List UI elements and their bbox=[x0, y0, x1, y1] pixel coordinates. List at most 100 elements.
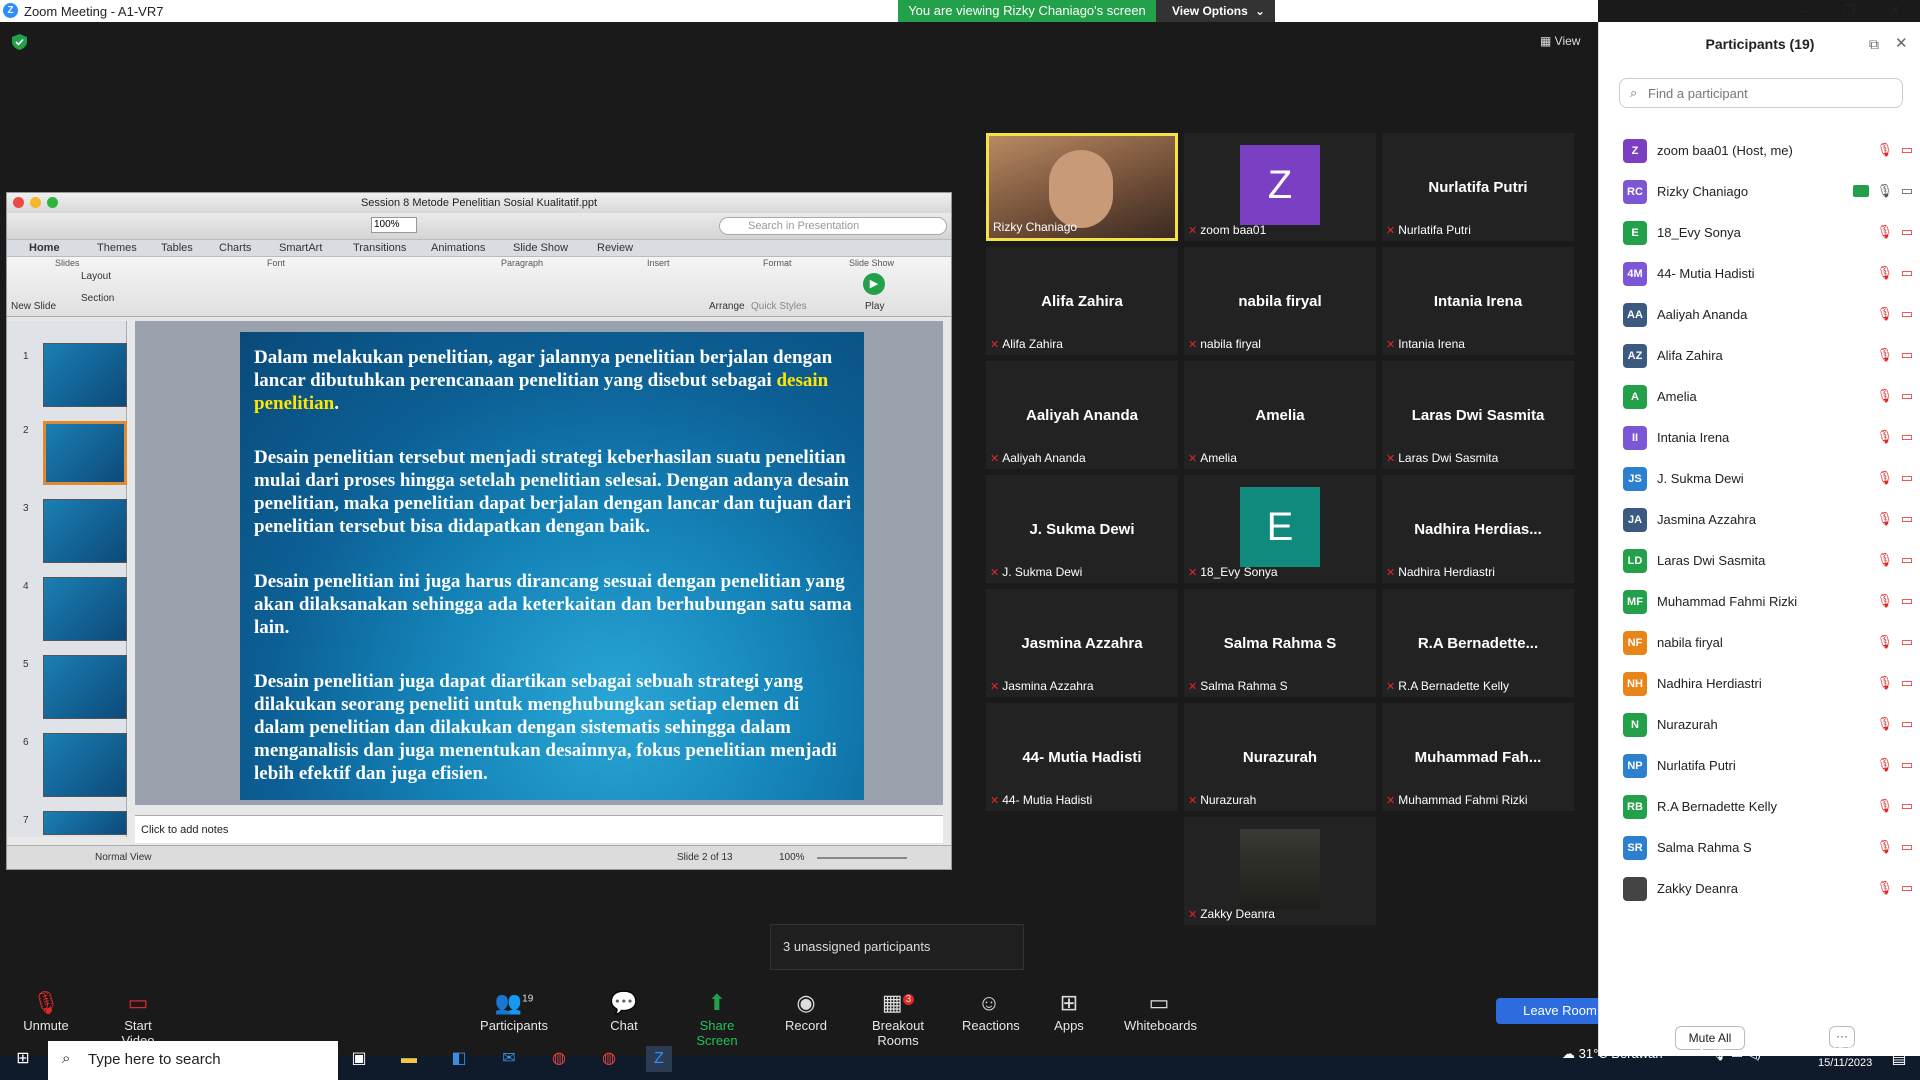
video-tile[interactable]: Nurazurah ✕ Nurazurah bbox=[1184, 703, 1376, 811]
participant-row[interactable]: Zakky Deanra 🎙 ▭ bbox=[1623, 874, 1913, 904]
mic-status-icon[interactable]: 🎙 bbox=[1876, 634, 1893, 650]
mic-status-icon[interactable]: 🎙 bbox=[1876, 798, 1893, 814]
video-tile[interactable]: Jasmina Azzahra ✕ Jasmina Azzahra bbox=[986, 589, 1178, 697]
participant-row[interactable]: A Amelia 🎙 ▭ bbox=[1623, 382, 1913, 412]
tab-home[interactable]: Home bbox=[29, 242, 60, 254]
mic-status-icon[interactable]: 🎙 bbox=[1876, 142, 1893, 158]
video-tile[interactable]: E ✕ 18_Evy Sonya bbox=[1184, 475, 1376, 583]
zoom-taskbar-icon[interactable]: Z bbox=[646, 1046, 672, 1072]
mic-status-icon[interactable]: 🎙 bbox=[1876, 839, 1893, 855]
participant-row[interactable]: 4M 44- Mutia Hadisti 🎙 ▭ bbox=[1623, 259, 1913, 289]
tab-review[interactable]: Review bbox=[597, 242, 633, 254]
view-options-button[interactable]: View Options ⌄ bbox=[1156, 0, 1275, 22]
mic-status-icon[interactable]: 🎙 bbox=[1876, 470, 1893, 486]
participant-row[interactable]: E 18_Evy Sonya 🎙 ▭ bbox=[1623, 218, 1913, 248]
tab-transitions[interactable]: Transitions bbox=[353, 242, 406, 254]
participant-row[interactable]: AZ Alifa Zahira 🎙 ▭ bbox=[1623, 341, 1913, 371]
video-tile[interactable]: ✕ Zakky Deanra bbox=[1184, 817, 1376, 925]
notifications-icon[interactable]: ▤ bbox=[1886, 1046, 1912, 1072]
video-status-icon[interactable]: ▭ bbox=[1901, 511, 1913, 527]
participant-row[interactable]: SR Salma Rahma S 🎙 ▭ bbox=[1623, 833, 1913, 863]
video-status-icon[interactable]: ▭ bbox=[1901, 265, 1913, 281]
video-tile[interactable]: nabila firyal ✕ nabila firyal bbox=[1184, 247, 1376, 355]
record-button[interactable]: ◉ Record bbox=[784, 990, 828, 1033]
mic-status-icon[interactable]: 🎙 bbox=[1876, 183, 1893, 199]
video-status-icon[interactable]: ▭ bbox=[1901, 388, 1913, 404]
minimize-dot-icon[interactable] bbox=[30, 197, 41, 208]
mic-status-icon[interactable]: 🎙 bbox=[1876, 511, 1893, 527]
slide-thumbnail-selected[interactable] bbox=[43, 421, 127, 485]
taskbar-clock[interactable]: 18:48 15/11/2023 bbox=[1818, 1042, 1872, 1070]
video-tile[interactable]: Laras Dwi Sasmita ✕ Laras Dwi Sasmita bbox=[1382, 361, 1574, 469]
ppt-search-input[interactable]: Search in Presentation bbox=[719, 217, 947, 235]
chrome-profile-icon[interactable]: ◍ bbox=[596, 1046, 622, 1072]
mic-status-icon[interactable]: 🎙 bbox=[1876, 429, 1893, 445]
slide-thumbnail[interactable] bbox=[43, 733, 127, 797]
participant-row[interactable]: RC Rizky Chaniago 🎙 ▭ bbox=[1623, 177, 1913, 207]
mic-status-icon[interactable]: 🎙 bbox=[1876, 224, 1893, 240]
video-status-icon[interactable]: ▭ bbox=[1901, 839, 1913, 855]
tray-icons[interactable]: ⌃ 🎙 ▭ ◁) bbox=[1696, 1046, 1761, 1061]
notes-pane[interactable]: Click to add notes bbox=[135, 815, 943, 843]
reactions-button[interactable]: ☺ Reactions bbox=[962, 990, 1020, 1033]
video-status-icon[interactable]: ▭ bbox=[1901, 552, 1913, 568]
play-icon[interactable]: ▶ bbox=[863, 273, 885, 295]
breakout-rooms-button[interactable]: ▦ 3 Breakout Rooms bbox=[852, 990, 944, 1048]
task-view-icon[interactable]: ▣ bbox=[346, 1046, 372, 1072]
slide-thumbnail[interactable] bbox=[43, 655, 127, 719]
participant-row[interactable]: JS J. Sukma Dewi 🎙 ▭ bbox=[1623, 464, 1913, 494]
mic-status-icon[interactable]: 🎙 bbox=[1876, 306, 1893, 322]
maximize-button[interactable]: ❐ bbox=[1826, 0, 1872, 22]
video-status-icon[interactable]: ▭ bbox=[1901, 757, 1913, 773]
video-status-icon[interactable]: ▭ bbox=[1901, 429, 1913, 445]
video-tile[interactable]: Z ✕ zoom baa01 bbox=[1184, 133, 1376, 241]
video-status-icon[interactable]: ▭ bbox=[1901, 716, 1913, 732]
video-tile[interactable]: 44- Mutia Hadisti ✕ 44- Mutia Hadisti bbox=[986, 703, 1178, 811]
apps-button[interactable]: ⊞ Apps bbox=[1054, 990, 1084, 1033]
mic-status-icon[interactable]: 🎙 bbox=[1876, 265, 1893, 281]
taskbar-search-input[interactable]: ⌕ Type here to search bbox=[48, 1041, 338, 1080]
share-screen-button[interactable]: ⬆ Share Screen bbox=[680, 990, 754, 1048]
slide-thumbnail[interactable] bbox=[43, 343, 127, 407]
mic-status-icon[interactable]: 🎙 bbox=[1876, 388, 1893, 404]
video-tile[interactable]: Aaliyah Ananda ✕ Aaliyah Ananda bbox=[986, 361, 1178, 469]
video-status-icon[interactable]: ▭ bbox=[1901, 634, 1913, 650]
video-tile[interactable]: Muhammad Fah... ✕ Muhammad Fahmi Rizki bbox=[1382, 703, 1574, 811]
chrome-icon[interactable]: ◍ bbox=[546, 1046, 572, 1072]
participant-row[interactable]: II Intania Irena 🎙 ▭ bbox=[1623, 423, 1913, 453]
participant-row[interactable]: JA Jasmina Azzahra 🎙 ▭ bbox=[1623, 505, 1913, 535]
quick-styles-button[interactable]: Quick Styles bbox=[751, 301, 807, 312]
video-tile[interactable]: Intania Irena ✕ Intania Irena bbox=[1382, 247, 1574, 355]
video-tile[interactable]: J. Sukma Dewi ✕ J. Sukma Dewi bbox=[986, 475, 1178, 583]
video-status-icon[interactable]: ▭ bbox=[1901, 347, 1913, 363]
play-button[interactable]: Play bbox=[865, 301, 884, 312]
tab-tables[interactable]: Tables bbox=[161, 242, 193, 254]
ppt-zoom-select[interactable]: 100% bbox=[371, 217, 417, 233]
video-status-icon[interactable]: ▭ bbox=[1901, 183, 1913, 199]
unassigned-participants-toast[interactable]: 3 unassigned participants bbox=[770, 924, 1024, 970]
mic-status-icon[interactable]: 🎙 bbox=[1876, 675, 1893, 691]
participant-row[interactable]: NF nabila firyal 🎙 ▭ bbox=[1623, 628, 1913, 658]
video-status-icon[interactable]: ▭ bbox=[1901, 470, 1913, 486]
video-status-icon[interactable]: ▭ bbox=[1901, 593, 1913, 609]
zoom-slider[interactable] bbox=[817, 857, 907, 859]
view-button[interactable]: ▦ View bbox=[1540, 34, 1580, 48]
layout-button[interactable]: Layout bbox=[81, 271, 111, 282]
tab-charts[interactable]: Charts bbox=[219, 242, 251, 254]
participant-row[interactable]: AA Aaliyah Ananda 🎙 ▭ bbox=[1623, 300, 1913, 330]
video-status-icon[interactable]: ▭ bbox=[1901, 798, 1913, 814]
tab-smartart[interactable]: SmartArt bbox=[279, 242, 322, 254]
chat-button[interactable]: 💬 Chat bbox=[608, 990, 640, 1033]
weather-text[interactable]: 31°C Berawan bbox=[1579, 1046, 1663, 1061]
participant-row[interactable]: RB R.A Bernadette Kelly 🎙 ▭ bbox=[1623, 792, 1913, 822]
mic-status-icon[interactable]: 🎙 bbox=[1876, 757, 1893, 773]
tab-slide-show[interactable]: Slide Show bbox=[513, 242, 568, 254]
mic-status-icon[interactable]: 🎙 bbox=[1876, 716, 1893, 732]
minimize-button[interactable]: – bbox=[1780, 0, 1826, 22]
unmute-button[interactable]: 🎙 Unmute bbox=[22, 990, 70, 1033]
store-icon[interactable]: ◧ bbox=[446, 1046, 472, 1072]
video-tile[interactable]: Salma Rahma S ✕ Salma Rahma S bbox=[1184, 589, 1376, 697]
video-tile[interactable]: Rizky Chaniago bbox=[986, 133, 1178, 241]
windows-start-icon[interactable]: ⊞ bbox=[10, 1046, 36, 1072]
video-status-icon[interactable]: ▭ bbox=[1901, 880, 1913, 896]
